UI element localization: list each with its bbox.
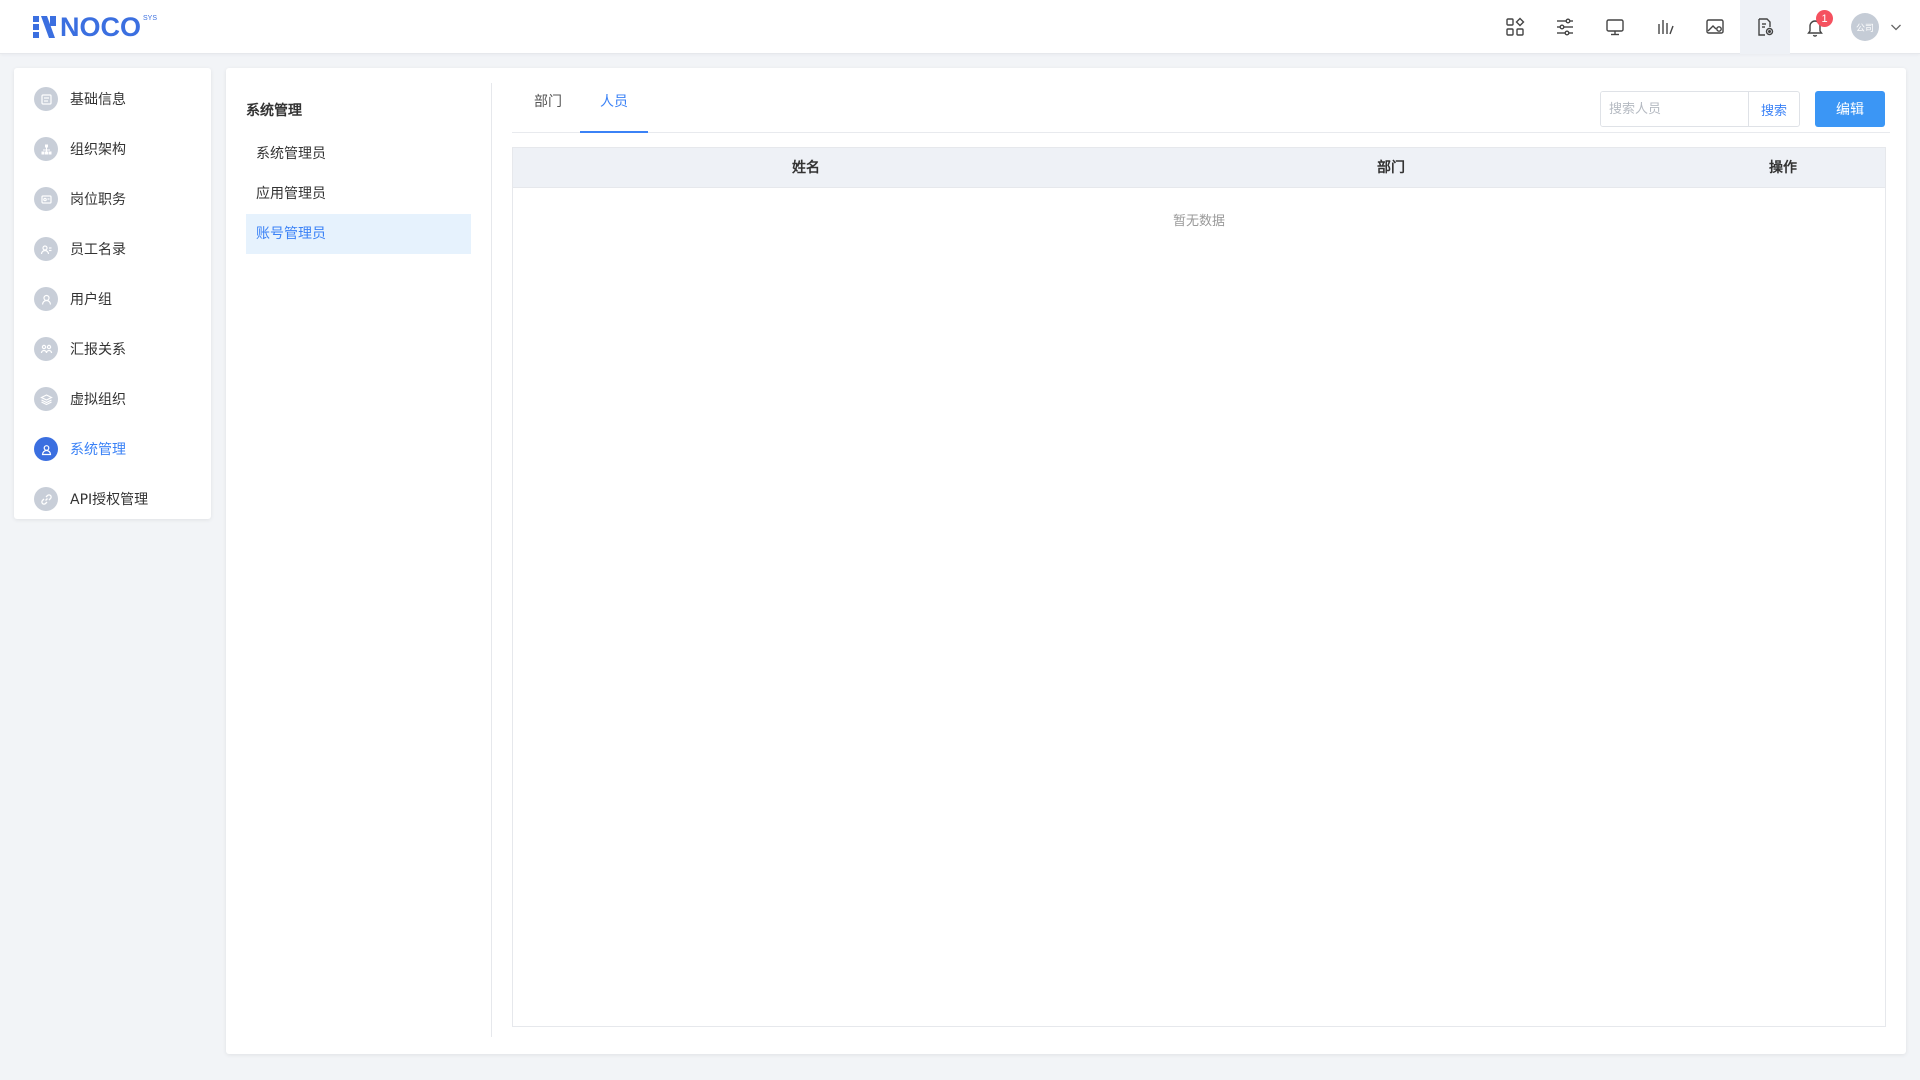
apps-grid-icon [1506,17,1525,36]
document-settings-icon [1758,18,1774,36]
bar-chart-icon [1658,20,1674,35]
apps-button[interactable] [1490,0,1540,54]
edit-button[interactable]: 编辑 [1815,91,1885,127]
admin-icon [34,437,58,461]
sidebar-nav: 基础信息 组织架构 岗位职务 员工名录 用户组 汇报关系 虚拟组织 系统管理 A… [14,68,211,519]
personnel-table: 姓名 部门 操作 暂无数据 [512,147,1886,1027]
sidebar-item-user-groups[interactable]: 用户组 [14,274,211,324]
column-header-name: 姓名 [792,160,820,176]
search-box: 搜索 [1600,91,1800,127]
document-settings-button[interactable] [1740,0,1790,54]
user-menu[interactable]: 公司 [1840,0,1920,54]
column-header-department: 部门 [1377,160,1405,176]
org-tree-icon [34,137,58,161]
sidebar-item-org-structure[interactable]: 组织架构 [14,124,211,174]
user-group-icon [34,287,58,311]
avatar: 公司 [1851,13,1879,41]
header-toolbar: 1 公司 [1490,0,1920,54]
sidebar-item-label: 组织架构 [70,142,126,158]
report-relation-icon [34,337,58,361]
employee-icon [34,237,58,261]
logo-mark-icon [33,16,56,38]
main-panel: 系统管理 系统管理员 应用管理员 账号管理员 部门 人员 搜索 编辑 姓名 部门… [226,68,1906,1054]
sidebar-item-system-admin[interactable]: 系统管理 [14,424,211,474]
monitor-icon [1606,19,1624,36]
top-header: NOCO SYS 1 公司 [0,0,1920,54]
logo[interactable]: NOCO SYS [33,11,158,42]
chevron-down-icon [1891,24,1901,31]
column-header-actions: 操作 [1769,160,1797,176]
sidebar-item-label: 用户组 [70,292,112,308]
logo-superscript: SYS [143,15,158,22]
sidebar-item-label: 员工名录 [70,242,126,258]
notifications-button[interactable]: 1 [1790,0,1840,54]
sidebar-item-virtual-org[interactable]: 虚拟组织 [14,374,211,424]
subnav-item-system-admins[interactable]: 系统管理员 [246,134,471,174]
monitor-button[interactable] [1590,0,1640,54]
image-settings-icon [1706,19,1724,34]
layers-icon [34,387,58,411]
sidebar-item-label: 系统管理 [70,442,126,458]
tab-department[interactable]: 部门 [532,83,564,133]
sidebar-item-label: 虚拟组织 [70,392,126,408]
settings-sliders-button[interactable] [1540,0,1590,54]
statistics-button[interactable] [1640,0,1690,54]
sidebar-item-label: API授权管理 [70,492,149,508]
sliders-icon [1557,18,1573,36]
notification-badge: 1 [1816,10,1833,27]
search-input[interactable] [1601,92,1748,126]
tab-personnel[interactable]: 人员 [580,83,648,133]
sidebar-item-label: 基础信息 [70,92,126,108]
link-icon [34,487,58,511]
subnav-title: 系统管理 [246,103,302,119]
sidebar-item-api-auth[interactable]: API授权管理 [14,474,211,524]
sidebar-item-basic-info[interactable]: 基础信息 [14,74,211,124]
table-header: 姓名 部门 操作 [513,148,1885,188]
image-settings-button[interactable] [1690,0,1740,54]
sidebar-item-label: 岗位职务 [70,192,126,208]
info-card-icon [34,87,58,111]
subnav-list: 系统管理员 应用管理员 账号管理员 [246,134,471,254]
empty-state-text: 暂无数据 [1172,214,1225,229]
logo-text: NOCO [60,11,141,42]
subnav-item-app-admins[interactable]: 应用管理员 [246,174,471,214]
sidebar-item-reporting[interactable]: 汇报关系 [14,324,211,374]
position-icon [34,187,58,211]
sidebar-item-employee-directory[interactable]: 员工名录 [14,224,211,274]
subnav-item-account-admins[interactable]: 账号管理员 [246,214,471,254]
sidebar-item-label: 汇报关系 [70,342,126,358]
sidebar-item-positions[interactable]: 岗位职务 [14,174,211,224]
search-button[interactable]: 搜索 [1748,92,1799,126]
